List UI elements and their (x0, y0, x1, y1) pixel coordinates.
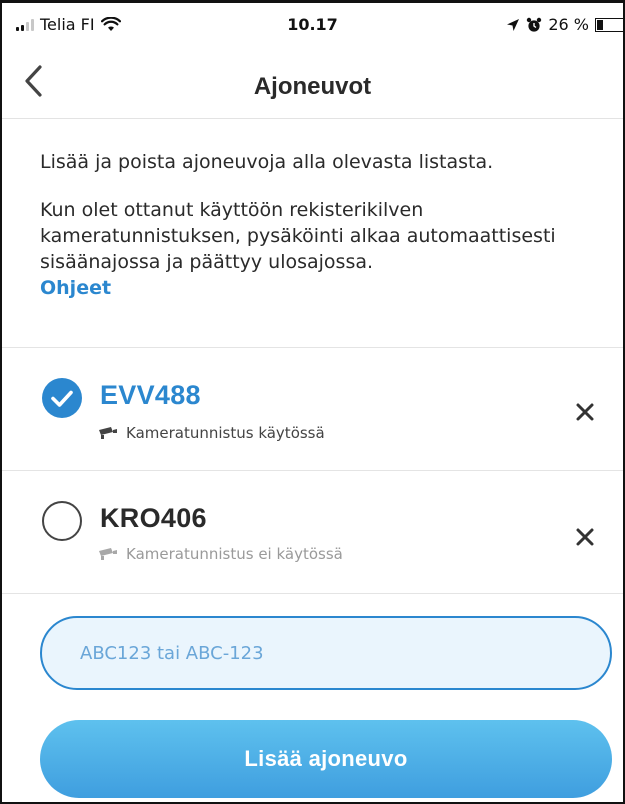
vehicle-plate: KRO406 (100, 503, 207, 533)
checkmark-icon[interactable] (42, 378, 82, 418)
close-icon[interactable] (573, 400, 597, 424)
plate-input[interactable] (40, 616, 612, 690)
nav-bar: Ajoneuvot (2, 43, 623, 119)
page-title: Ajoneuvot (253, 73, 372, 100)
radio-unselected-icon[interactable] (42, 501, 82, 541)
status-right: 26 % (506, 15, 623, 34)
intro-paragraph-2-text: Kun olet ottanut käyttöön rekisterikilve… (40, 199, 556, 273)
camera-status-text: Kameratunnistus ei käytössä (126, 545, 343, 563)
camera-icon (99, 548, 117, 560)
divider (2, 593, 623, 594)
help-link[interactable]: Ohjeet (40, 275, 111, 301)
vehicle-plate: EVV488 (100, 380, 201, 410)
camera-icon (99, 427, 117, 439)
camera-status: Kameratunnistus ei käytössä (98, 545, 343, 563)
camera-status-text: Kameratunnistus käytössä (126, 424, 325, 442)
app-frame: Telia FI 10.17 26 % Ajoneuvot Lisää ja p… (0, 0, 625, 804)
intro-paragraph-1: Lisää ja poista ajoneuvoja alla olevasta… (40, 151, 494, 173)
vehicle-row[interactable]: EVV488 Kameratunnistus käytössä (2, 348, 623, 468)
camera-status: Kameratunnistus käytössä (98, 424, 325, 442)
intro-paragraph-2: Kun olet ottanut käyttöön rekisterikilve… (40, 197, 600, 301)
add-vehicle-button[interactable]: Lisää ajoneuvo (40, 720, 612, 798)
battery-icon (595, 17, 623, 32)
close-icon[interactable] (573, 525, 597, 549)
battery-percent: 26 % (548, 15, 589, 34)
status-bar: Telia FI 10.17 26 % (2, 3, 623, 43)
alarm-icon (527, 17, 542, 32)
vehicle-row[interactable]: KRO406 Kameratunnistus ei käytössä (2, 471, 623, 591)
intro-section: Lisää ja poista ajoneuvoja alla olevasta… (40, 149, 600, 301)
location-arrow-icon (507, 18, 520, 31)
